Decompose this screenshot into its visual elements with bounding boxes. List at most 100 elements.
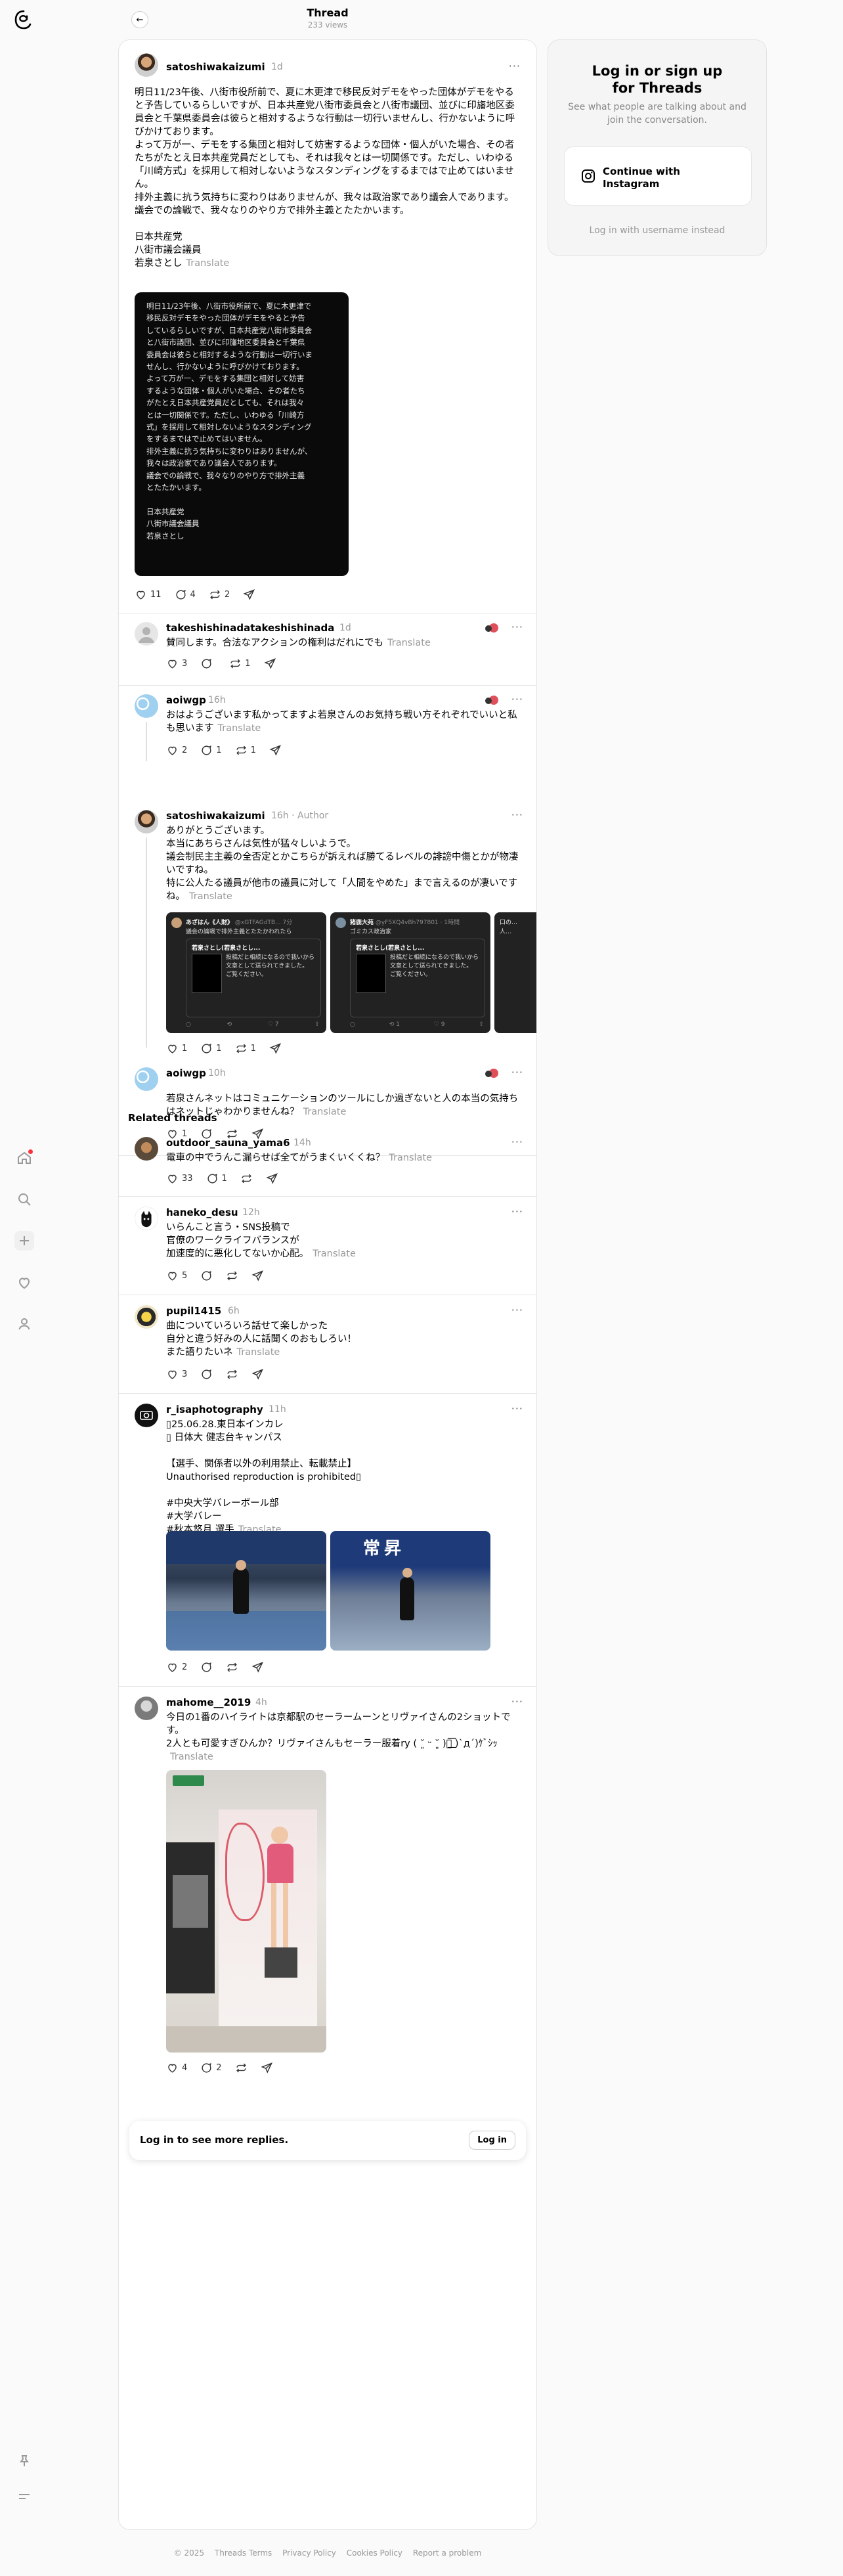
more-options-icon[interactable]: ··· bbox=[511, 621, 523, 633]
continue-with-instagram-button[interactable]: Continue with Instagram bbox=[564, 146, 752, 206]
translate-link[interactable]: Translate bbox=[237, 1347, 280, 1358]
username[interactable]: aoiwgp bbox=[166, 1067, 206, 1079]
username[interactable]: takeshishinadatakeshishinada bbox=[166, 622, 334, 634]
reply-button[interactable] bbox=[200, 1661, 213, 1674]
more-options-icon[interactable]: ··· bbox=[511, 1136, 523, 1148]
username[interactable]: outdoor_sauna_yama6 bbox=[166, 1137, 290, 1149]
more-options-icon[interactable]: ··· bbox=[511, 1066, 523, 1078]
repost-button[interactable]: 2 bbox=[209, 588, 230, 601]
avatar[interactable] bbox=[135, 622, 158, 646]
like-button[interactable]: 33 bbox=[166, 1172, 193, 1185]
reply-button[interactable] bbox=[200, 1270, 213, 1282]
attached-screenshot[interactable]: 猪鹿大苑 @yF5XQ4vBh797801 · 1時間 ゴミカス政治家 若泉さと… bbox=[330, 912, 490, 1033]
username[interactable]: mahome__2019 bbox=[166, 1697, 251, 1708]
repost-button[interactable] bbox=[235, 2062, 248, 2074]
reply-button[interactable] bbox=[200, 657, 216, 670]
post-photo[interactable] bbox=[166, 1531, 326, 1651]
repost-button[interactable] bbox=[240, 1172, 253, 1185]
reply-button[interactable]: 1 bbox=[206, 1172, 227, 1185]
share-button[interactable] bbox=[269, 744, 282, 757]
like-button[interactable]: 3 bbox=[166, 1368, 187, 1381]
username[interactable]: aoiwgp bbox=[166, 694, 206, 706]
privacy-link[interactable]: Privacy Policy bbox=[282, 2548, 336, 2558]
repost-button[interactable]: 1 bbox=[235, 744, 256, 757]
attached-screenshot[interactable]: 口の… 人… bbox=[494, 912, 536, 1033]
like-button[interactable]: 3 bbox=[166, 657, 187, 670]
translate-link[interactable]: Translate bbox=[303, 1107, 347, 1117]
create-icon[interactable] bbox=[14, 1231, 34, 1251]
home-icon[interactable] bbox=[14, 1148, 34, 1168]
heart-icon[interactable] bbox=[14, 1273, 34, 1293]
post-photo[interactable] bbox=[166, 1770, 326, 2053]
avatar[interactable] bbox=[135, 1207, 158, 1230]
translate-link[interactable]: Translate bbox=[189, 891, 232, 902]
username[interactable]: satoshiwakaizumi bbox=[166, 810, 265, 822]
more-options-icon[interactable]: ··· bbox=[511, 693, 523, 705]
translate-link[interactable]: Translate bbox=[170, 1752, 213, 1762]
attached-screenshot[interactable]: あざはん《人財》 @xGTFAGdTB... 7分 議会の論戦で排外主義とたたか… bbox=[166, 912, 326, 1033]
username[interactable]: haneko_desu bbox=[166, 1207, 238, 1218]
more-options-icon[interactable]: ··· bbox=[511, 1205, 523, 1218]
share-button[interactable] bbox=[251, 1661, 264, 1674]
username[interactable]: pupil1415 bbox=[166, 1305, 221, 1317]
threads-logo-icon[interactable] bbox=[13, 9, 34, 30]
share-button[interactable] bbox=[264, 657, 276, 670]
search-icon[interactable] bbox=[14, 1189, 34, 1209]
report-link[interactable]: Report a problem bbox=[413, 2548, 481, 2558]
cookies-link[interactable]: Cookies Policy bbox=[347, 2548, 402, 2558]
like-button[interactable]: 11 bbox=[135, 588, 162, 601]
pin-icon[interactable] bbox=[14, 2451, 34, 2471]
avatar[interactable] bbox=[135, 53, 158, 77]
share-button[interactable] bbox=[261, 2062, 273, 2074]
username-login-link[interactable]: Log in with username instead bbox=[548, 225, 766, 236]
more-options-icon[interactable]: ··· bbox=[511, 1402, 523, 1415]
translate-link[interactable]: Translate bbox=[186, 258, 230, 269]
related-thread[interactable]: haneko_desu 12h ··· いらんこと言う・SNS投稿で 官僚のワー… bbox=[119, 1196, 536, 1295]
repost-button[interactable]: 1 bbox=[235, 1042, 256, 1055]
profile-icon[interactable] bbox=[14, 1314, 34, 1334]
avatar[interactable] bbox=[135, 1305, 158, 1329]
post-photo[interactable]: 常昇 bbox=[330, 1531, 490, 1651]
translate-link[interactable]: Translate bbox=[218, 723, 261, 734]
like-button[interactable]: 2 bbox=[166, 1661, 187, 1674]
translate-link[interactable]: Translate bbox=[313, 1249, 356, 1259]
related-thread[interactable]: pupil1415 6h ··· 曲についていろいろ話せて楽しかった 自分と違う… bbox=[119, 1295, 536, 1393]
more-options-icon[interactable]: ··· bbox=[511, 1304, 523, 1316]
avatar[interactable] bbox=[135, 810, 158, 833]
avatar[interactable] bbox=[135, 1697, 158, 1720]
repost-button[interactable] bbox=[226, 1661, 238, 1674]
like-button[interactable]: 2 bbox=[166, 744, 187, 757]
reply-button[interactable] bbox=[200, 1368, 213, 1381]
terms-link[interactable]: Threads Terms bbox=[215, 2548, 272, 2558]
share-button[interactable] bbox=[251, 1270, 264, 1282]
login-button[interactable]: Log in bbox=[469, 2131, 515, 2150]
related-thread[interactable]: outdoor_sauna_yama6 14h ··· 電車の中でうんこ漏らせば… bbox=[119, 1126, 536, 1196]
share-button[interactable] bbox=[251, 1368, 264, 1381]
reply-button[interactable]: 4 bbox=[175, 588, 196, 601]
reply-button[interactable]: 1 bbox=[200, 1042, 222, 1055]
share-button[interactable] bbox=[266, 1172, 278, 1185]
menu-icon[interactable] bbox=[14, 2487, 34, 2506]
share-button[interactable] bbox=[243, 588, 255, 601]
repost-button[interactable] bbox=[226, 1368, 238, 1381]
more-options-icon[interactable]: ··· bbox=[511, 809, 523, 821]
translate-link[interactable]: Translate bbox=[389, 1153, 432, 1163]
repost-button[interactable]: 1 bbox=[229, 657, 251, 670]
reply-button[interactable]: 2 bbox=[200, 2062, 222, 2074]
related-thread[interactable]: mahome__2019 4h ··· 今日の1番のハイライトは京都駅のセーラー… bbox=[119, 1686, 536, 2080]
avatar[interactable] bbox=[135, 1404, 158, 1427]
username[interactable]: r_isaphotography bbox=[166, 1404, 263, 1415]
like-button[interactable]: 4 bbox=[166, 2062, 187, 2074]
like-button[interactable]: 5 bbox=[166, 1270, 187, 1282]
reply-button[interactable]: 1 bbox=[200, 744, 222, 757]
username[interactable]: satoshiwakaizumi bbox=[166, 61, 265, 73]
avatar[interactable] bbox=[135, 694, 158, 718]
related-thread[interactable]: r_isaphotography 11h ··· ▯25.06.28.東日本イン… bbox=[119, 1393, 536, 1686]
avatar[interactable] bbox=[135, 1137, 158, 1161]
more-options-icon[interactable]: ··· bbox=[511, 1695, 523, 1708]
repost-button[interactable] bbox=[226, 1270, 238, 1282]
more-options-icon[interactable]: ··· bbox=[509, 60, 521, 72]
avatar[interactable] bbox=[135, 1067, 158, 1091]
post-image-text[interactable]: 明日11/23午後、八街市役所前で、夏に木更津で 移民反対デモをやった団体がデモ… bbox=[135, 292, 349, 576]
like-button[interactable]: 1 bbox=[166, 1042, 187, 1055]
